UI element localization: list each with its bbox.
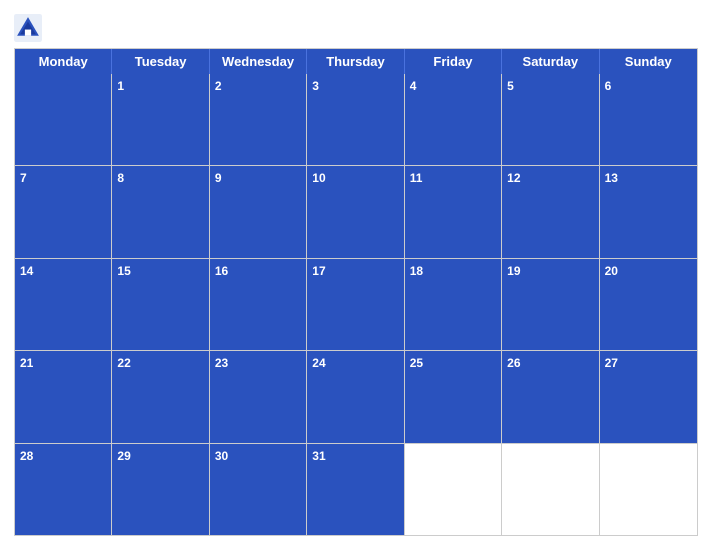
- day-number: 17: [312, 264, 325, 278]
- day-cell: 3: [307, 74, 404, 165]
- day-cell: 6: [600, 74, 697, 165]
- week-row-1: 1 2 3 4 5 6: [15, 74, 697, 165]
- day-number: 25: [410, 356, 423, 370]
- day-number: 16: [215, 264, 228, 278]
- calendar-grid: MondayTuesdayWednesdayThursdayFridaySatu…: [14, 48, 698, 536]
- day-header-friday: Friday: [405, 49, 502, 74]
- day-cell: 15: [112, 259, 209, 350]
- day-headers-row: MondayTuesdayWednesdayThursdayFridaySatu…: [15, 49, 697, 74]
- day-cell: 24: [307, 351, 404, 442]
- day-cell: 4: [405, 74, 502, 165]
- week-row-2: 7 8 9 10 11 12 13: [15, 165, 697, 257]
- day-number: 3: [312, 79, 319, 93]
- day-number: 18: [410, 264, 423, 278]
- day-cell: 13: [600, 166, 697, 257]
- day-number: 7: [20, 171, 27, 185]
- calendar-header: [14, 10, 698, 48]
- generalblue-logo-icon: [14, 14, 42, 42]
- day-cell: [405, 444, 502, 535]
- day-cell: 29: [112, 444, 209, 535]
- week-row-4: 21 22 23 24 25 26 27: [15, 350, 697, 442]
- day-cell: [15, 74, 112, 165]
- day-cell: 9: [210, 166, 307, 257]
- day-cell: 28: [15, 444, 112, 535]
- day-number: 11: [410, 171, 423, 185]
- day-cell: 7: [15, 166, 112, 257]
- logo-area: [14, 14, 46, 42]
- day-number: 31: [312, 449, 325, 463]
- day-number: 4: [410, 79, 417, 93]
- day-number: 9: [215, 171, 222, 185]
- day-number: 27: [605, 356, 618, 370]
- day-cell: 31: [307, 444, 404, 535]
- day-cell: 17: [307, 259, 404, 350]
- week-row-5: 28 29 30 31: [15, 443, 697, 535]
- day-cell: 14: [15, 259, 112, 350]
- day-cell: 2: [210, 74, 307, 165]
- day-number: 19: [507, 264, 520, 278]
- day-number: 10: [312, 171, 325, 185]
- day-number: 26: [507, 356, 520, 370]
- day-number: 23: [215, 356, 228, 370]
- day-cell: [600, 444, 697, 535]
- day-header-sunday: Sunday: [600, 49, 697, 74]
- day-header-monday: Monday: [15, 49, 112, 74]
- day-number: 6: [605, 79, 612, 93]
- day-cell: 27: [600, 351, 697, 442]
- day-cell: 22: [112, 351, 209, 442]
- day-number: 20: [605, 264, 618, 278]
- day-number: 28: [20, 449, 33, 463]
- day-cell: 21: [15, 351, 112, 442]
- day-cell: 1: [112, 74, 209, 165]
- day-cell: 26: [502, 351, 599, 442]
- day-cell: 12: [502, 166, 599, 257]
- day-number: 12: [507, 171, 520, 185]
- day-number: 8: [117, 171, 124, 185]
- day-cell: 20: [600, 259, 697, 350]
- day-number: 13: [605, 171, 618, 185]
- day-header-thursday: Thursday: [307, 49, 404, 74]
- day-cell: 11: [405, 166, 502, 257]
- day-cell: 16: [210, 259, 307, 350]
- day-header-saturday: Saturday: [502, 49, 599, 74]
- day-number: 1: [117, 79, 124, 93]
- day-header-wednesday: Wednesday: [210, 49, 307, 74]
- day-number: 22: [117, 356, 130, 370]
- day-number: 30: [215, 449, 228, 463]
- day-cell: [502, 444, 599, 535]
- day-cell: 5: [502, 74, 599, 165]
- day-number: 21: [20, 356, 33, 370]
- day-number: 29: [117, 449, 130, 463]
- day-cell: 19: [502, 259, 599, 350]
- day-number: 15: [117, 264, 130, 278]
- day-cell: 23: [210, 351, 307, 442]
- day-cell: 30: [210, 444, 307, 535]
- day-cell: 25: [405, 351, 502, 442]
- day-number: 14: [20, 264, 33, 278]
- calendar-body: 1234567891011121314151617181920212223242…: [15, 74, 697, 535]
- day-number: 24: [312, 356, 325, 370]
- day-header-tuesday: Tuesday: [112, 49, 209, 74]
- day-cell: 8: [112, 166, 209, 257]
- day-number: 5: [507, 79, 514, 93]
- week-row-3: 14 15 16 17 18 19 20: [15, 258, 697, 350]
- day-cell: 10: [307, 166, 404, 257]
- day-number: 2: [215, 79, 222, 93]
- day-cell: 18: [405, 259, 502, 350]
